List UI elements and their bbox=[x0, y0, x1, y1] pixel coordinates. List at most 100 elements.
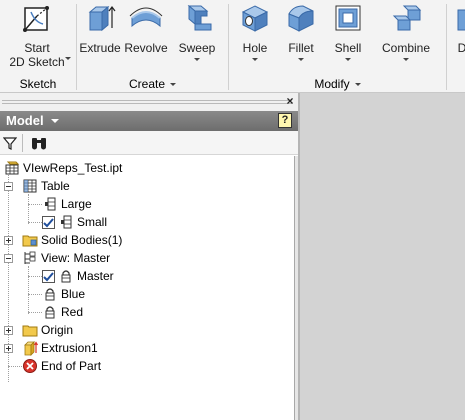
row-icon bbox=[45, 197, 56, 211]
sketch-group-label-wrap: Sketch bbox=[0, 76, 76, 92]
tree-connector bbox=[28, 276, 42, 277]
tree-item-label: Origin bbox=[41, 323, 74, 337]
tree-item-part-file[interactable]: VIewReps_Test.ipt bbox=[4, 159, 122, 177]
extrude-label: Extrude bbox=[79, 41, 121, 55]
expand-toggle-origin[interactable] bbox=[4, 326, 13, 335]
tree-item-label: End of Part bbox=[41, 359, 102, 373]
lock-icon bbox=[61, 270, 71, 283]
revolve-button[interactable]: Revolve bbox=[124, 2, 168, 72]
ribbon-separator bbox=[446, 4, 447, 90]
close-panel-button[interactable]: × bbox=[284, 94, 296, 108]
modify-group-caret[interactable] bbox=[354, 83, 361, 86]
fillet-icon bbox=[288, 5, 314, 32]
tree-item-extrusion1[interactable]: Extrusion1 bbox=[22, 339, 98, 357]
active-checkbox[interactable] bbox=[42, 215, 55, 229]
hole-icon bbox=[241, 5, 269, 32]
shell-button[interactable]: Shell bbox=[329, 2, 367, 72]
tree-item-view-master[interactable]: View: Master bbox=[22, 249, 110, 267]
grip-line bbox=[2, 103, 292, 104]
expand-toggle-view-master[interactable] bbox=[4, 254, 13, 263]
combine-label: Combine bbox=[381, 41, 431, 55]
model-browser-header[interactable]: Model ? bbox=[0, 111, 298, 131]
lock-icon bbox=[45, 288, 55, 301]
help-button[interactable]: ? bbox=[278, 113, 292, 128]
ribbon: Start 2D Sketch Extrude Revolve Sweep Ho… bbox=[0, 0, 465, 93]
checkmark-icon bbox=[43, 271, 54, 281]
tree-connector bbox=[28, 204, 42, 205]
tree-connector bbox=[28, 312, 42, 313]
create-group-label: Create bbox=[128, 77, 166, 91]
combine-icon bbox=[392, 5, 422, 31]
tree-connector bbox=[8, 366, 22, 367]
tree-item-label: Small bbox=[77, 215, 108, 229]
tree-item-master[interactable]: Master bbox=[42, 267, 114, 285]
shell-label: Shell bbox=[334, 41, 362, 55]
partial-ribbon-button[interactable]: D bbox=[452, 2, 465, 72]
tree-item-red[interactable]: Red bbox=[42, 303, 83, 321]
model-tree: VIewReps_Test.ipt Table Large Small Soli… bbox=[0, 156, 294, 420]
extrude-icon bbox=[88, 5, 116, 32]
modify-group-label: Modify bbox=[314, 77, 350, 91]
sweep-dropdown-caret[interactable] bbox=[194, 58, 200, 61]
tree-item-label: Extrusion1 bbox=[41, 341, 98, 355]
combine-dropdown-caret[interactable] bbox=[403, 58, 409, 61]
folder-icon bbox=[22, 235, 38, 247]
revolve-icon bbox=[129, 7, 163, 28]
extrusion-icon bbox=[24, 341, 38, 356]
view-rep-icon bbox=[24, 251, 36, 264]
shell-dropdown-caret[interactable] bbox=[345, 58, 351, 61]
active-checkbox[interactable] bbox=[42, 269, 55, 283]
revolve-label: Revolve bbox=[124, 41, 168, 55]
start-2d-sketch-button[interactable]: Start 2D Sketch bbox=[6, 2, 68, 72]
tree-item-small[interactable]: Small bbox=[42, 213, 107, 231]
folder-icon bbox=[22, 325, 38, 337]
shell-icon bbox=[335, 5, 361, 31]
filter-icon[interactable] bbox=[3, 136, 17, 150]
sketch-group-label: Sketch bbox=[19, 77, 57, 91]
tree-item-label: Table bbox=[41, 179, 70, 193]
tree-connector bbox=[28, 266, 29, 314]
end-of-part-icon bbox=[23, 359, 37, 373]
modify-group-label-wrap[interactable]: Modify bbox=[229, 76, 446, 92]
tree-item-origin[interactable]: Origin bbox=[22, 321, 73, 339]
tree-item-label: Blue bbox=[61, 287, 86, 301]
tree-item-label: View: Master bbox=[41, 251, 111, 265]
model-dropdown-caret[interactable] bbox=[51, 119, 59, 123]
fillet-button[interactable]: Fillet bbox=[282, 2, 320, 72]
tree-item-solid-bodies[interactable]: Solid Bodies(1) bbox=[22, 231, 122, 249]
graphics-window[interactable] bbox=[298, 93, 465, 420]
partial-icon bbox=[457, 9, 465, 31]
row-icon bbox=[61, 215, 72, 229]
create-group-caret[interactable] bbox=[170, 83, 177, 86]
sweep-icon bbox=[187, 4, 212, 31]
tree-item-label: Red bbox=[61, 305, 84, 319]
extrude-button[interactable]: Extrude bbox=[79, 2, 121, 72]
tree-connector bbox=[28, 194, 29, 224]
tree-item-label: Large bbox=[61, 197, 92, 211]
hole-label: Hole bbox=[242, 41, 268, 55]
model-browser-toolbar bbox=[0, 131, 298, 155]
tree-item-large[interactable]: Large bbox=[42, 195, 92, 213]
start-2d-sketch-label: Start 2D Sketch bbox=[9, 41, 65, 69]
tree-item-table[interactable]: Table bbox=[22, 177, 70, 195]
hole-button[interactable]: Hole bbox=[236, 2, 274, 72]
expand-toggle-table[interactable] bbox=[4, 182, 13, 191]
tree-item-label: Solid Bodies(1) bbox=[41, 233, 123, 247]
sweep-label: Sweep bbox=[178, 41, 216, 55]
combine-button[interactable]: Combine bbox=[378, 2, 434, 72]
expand-toggle-extrusion1[interactable] bbox=[4, 344, 13, 353]
hole-dropdown-caret[interactable] bbox=[252, 58, 258, 61]
tree-item-end-of-part[interactable]: End of Part bbox=[22, 357, 101, 375]
fillet-label: Fillet bbox=[288, 41, 314, 55]
grip-line bbox=[2, 100, 292, 101]
tree-item-blue[interactable]: Blue bbox=[42, 285, 85, 303]
find-binoculars-icon[interactable] bbox=[30, 135, 48, 151]
tree-connector bbox=[28, 222, 42, 223]
sweep-button[interactable]: Sweep bbox=[176, 2, 218, 72]
expand-toggle-solid-bodies[interactable] bbox=[4, 236, 13, 245]
model-browser-title[interactable]: Model bbox=[6, 113, 44, 129]
create-group-label-wrap[interactable]: Create bbox=[77, 76, 228, 92]
fillet-dropdown-caret[interactable] bbox=[298, 58, 304, 61]
tree-connector bbox=[28, 294, 42, 295]
start-sketch-dropdown[interactable] bbox=[65, 57, 71, 60]
